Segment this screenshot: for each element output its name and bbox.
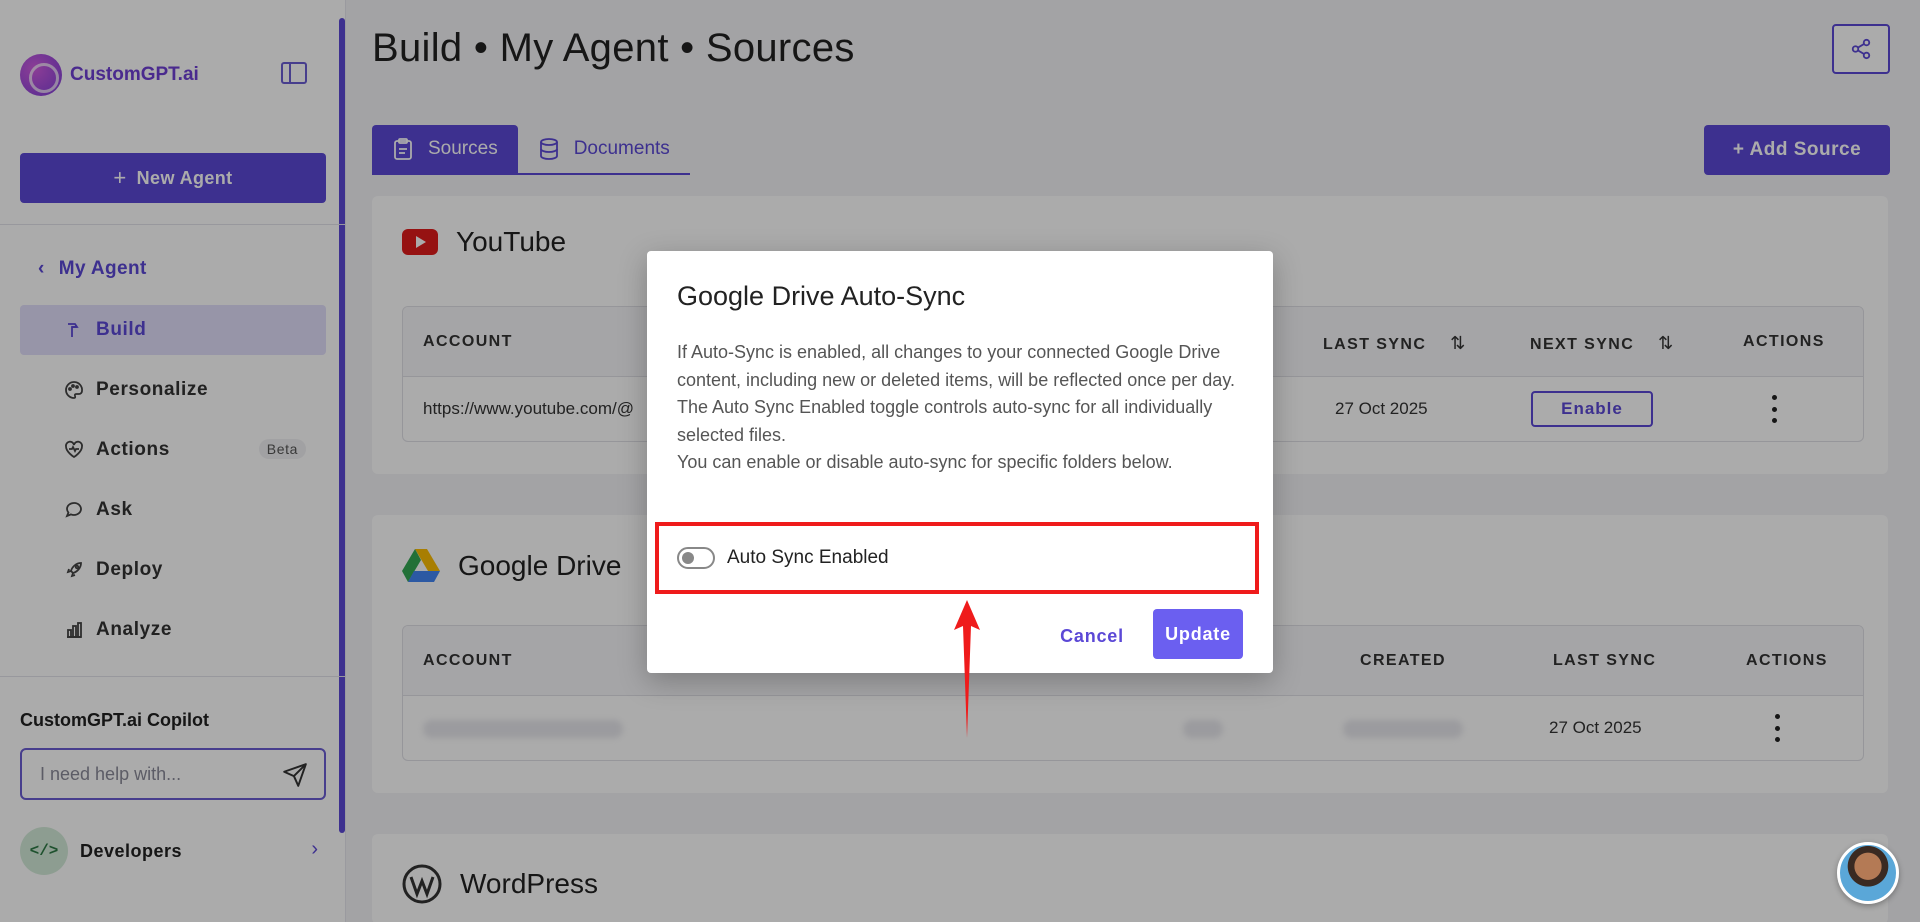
dialog-description: If Auto-Sync is enabled, all changes to … (677, 339, 1247, 477)
support-avatar[interactable] (1837, 842, 1899, 904)
dialog-title: Google Drive Auto-Sync (677, 281, 966, 311)
update-button[interactable]: Update (1153, 609, 1243, 659)
annotation-arrow-icon (954, 600, 980, 738)
auto-sync-toggle-label: Auto Sync Enabled (727, 547, 889, 568)
description-line: If Auto-Sync is enabled, all changes to … (677, 342, 1235, 390)
description-line: The Auto Sync Enabled toggle controls au… (677, 397, 1213, 445)
auto-sync-toggle[interactable] (677, 547, 715, 569)
cancel-button[interactable]: Cancel (1047, 616, 1137, 656)
description-line: You can enable or disable auto-sync for … (677, 452, 1173, 472)
